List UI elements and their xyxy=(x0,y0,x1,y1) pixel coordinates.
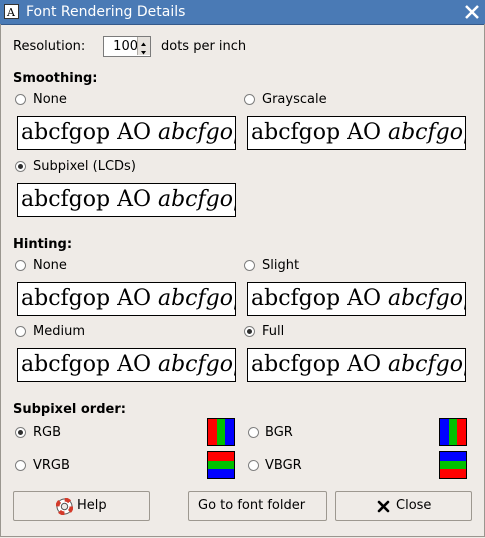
window-title: Font Rendering Details xyxy=(26,4,186,20)
order-vrgb-label[interactable]: VRGB xyxy=(33,458,70,473)
spin-down-button[interactable] xyxy=(137,46,150,55)
hinting-none-label[interactable]: None xyxy=(33,258,67,273)
arrow-down-icon xyxy=(141,51,146,55)
smoothing-grayscale-label[interactable]: Grayscale xyxy=(262,92,327,107)
preview-regular-text: abcfgop AO xyxy=(251,352,388,377)
preview-italic-text: abcfgop xyxy=(157,120,235,145)
green-stripe xyxy=(440,460,466,470)
hinting-medium-preview: abcfgop AO abcfgop xyxy=(17,348,236,382)
vbgr-swatch xyxy=(439,451,467,479)
blue-stripe xyxy=(440,452,466,461)
red-stripe xyxy=(457,419,466,445)
order-vrgb-radio[interactable] xyxy=(15,460,26,471)
smoothing-grayscale-radio[interactable] xyxy=(244,94,255,105)
help-button-label: Help xyxy=(77,498,107,513)
hinting-none-preview: abcfgop AO abcfgop xyxy=(17,282,236,316)
x-mark-icon xyxy=(377,500,390,513)
order-bgr-radio[interactable] xyxy=(248,427,259,438)
smoothing-grayscale-preview: abcfgop AO abcfgop xyxy=(247,116,466,150)
hinting-full-preview: abcfgop AO abcfgop xyxy=(247,348,466,382)
hinting-slight-label[interactable]: Slight xyxy=(262,258,299,273)
preview-regular-text: abcfgop AO xyxy=(251,120,388,145)
lifebuoy-icon xyxy=(56,498,73,515)
preview-italic-text: abcfgop xyxy=(387,286,465,311)
font-folder-button-label: Go to font folder xyxy=(198,498,306,513)
resolution-input[interactable] xyxy=(104,37,138,56)
close-icon[interactable] xyxy=(463,3,481,21)
hinting-none-radio[interactable] xyxy=(15,260,26,271)
blue-stripe xyxy=(225,419,234,445)
preview-regular-text: abcfgop AO xyxy=(251,286,388,311)
smoothing-subpixel-radio[interactable] xyxy=(15,161,26,172)
font-icon: A xyxy=(4,4,19,19)
resolution-label: Resolution: xyxy=(13,39,86,54)
order-bgr-label[interactable]: BGR xyxy=(265,425,293,440)
vrgb-swatch xyxy=(207,451,235,479)
order-vbgr-radio[interactable] xyxy=(248,460,259,471)
green-stripe xyxy=(216,419,226,445)
preview-regular-text: abcfgop AO xyxy=(21,286,158,311)
title-bar: A Font Rendering Details xyxy=(0,0,485,25)
preview-italic-text: abcfgop xyxy=(387,352,465,377)
resolution-unit: dots per inch xyxy=(161,39,247,54)
preview-italic-text: abcfgop xyxy=(387,120,465,145)
order-rgb-radio[interactable] xyxy=(15,427,26,438)
red-stripe xyxy=(208,452,234,461)
blue-stripe xyxy=(440,419,449,445)
close-button[interactable]: Close xyxy=(335,491,472,521)
smoothing-none-preview: abcfgop AO abcfgop xyxy=(17,116,236,150)
order-rgb-label[interactable]: RGB xyxy=(33,425,61,440)
hinting-full-label[interactable]: Full xyxy=(262,324,284,339)
dialog-body xyxy=(0,24,485,537)
preview-regular-text: abcfgop AO xyxy=(21,187,158,212)
green-stripe xyxy=(208,460,234,470)
hinting-heading: Hinting: xyxy=(13,237,73,252)
hinting-medium-label[interactable]: Medium xyxy=(33,324,85,339)
help-button[interactable]: Help xyxy=(13,491,150,521)
smoothing-subpixel-preview: abcfgop AO abcfgop xyxy=(17,183,236,217)
smoothing-heading: Smoothing: xyxy=(13,71,98,86)
subpixel-order-heading: Subpixel order: xyxy=(13,402,126,417)
hinting-slight-preview: abcfgop AO abcfgop xyxy=(247,282,466,316)
preview-italic-text: abcfgop xyxy=(157,352,235,377)
hinting-slight-radio[interactable] xyxy=(244,260,255,271)
smoothing-subpixel-label[interactable]: Subpixel (LCDs) xyxy=(33,159,136,174)
preview-italic-text: abcfgop xyxy=(157,187,235,212)
smoothing-none-label[interactable]: None xyxy=(33,92,67,107)
red-stripe xyxy=(440,469,466,478)
font-folder-button[interactable]: Go to font folder xyxy=(188,491,327,521)
preview-regular-text: abcfgop AO xyxy=(21,352,158,377)
preview-italic-text: abcfgop xyxy=(157,286,235,311)
hinting-medium-radio[interactable] xyxy=(15,326,26,337)
svg-text:A: A xyxy=(6,6,16,19)
resolution-spinbutton[interactable] xyxy=(103,36,151,57)
order-vbgr-label[interactable]: VBGR xyxy=(265,458,302,473)
preview-regular-text: abcfgop AO xyxy=(21,120,158,145)
red-stripe xyxy=(208,419,217,445)
blue-stripe xyxy=(208,469,234,478)
smoothing-none-radio[interactable] xyxy=(15,94,26,105)
green-stripe xyxy=(448,419,458,445)
hinting-full-radio[interactable] xyxy=(244,326,255,337)
rgb-swatch xyxy=(207,418,235,446)
close-button-label: Close xyxy=(396,498,432,513)
bgr-swatch xyxy=(439,418,467,446)
